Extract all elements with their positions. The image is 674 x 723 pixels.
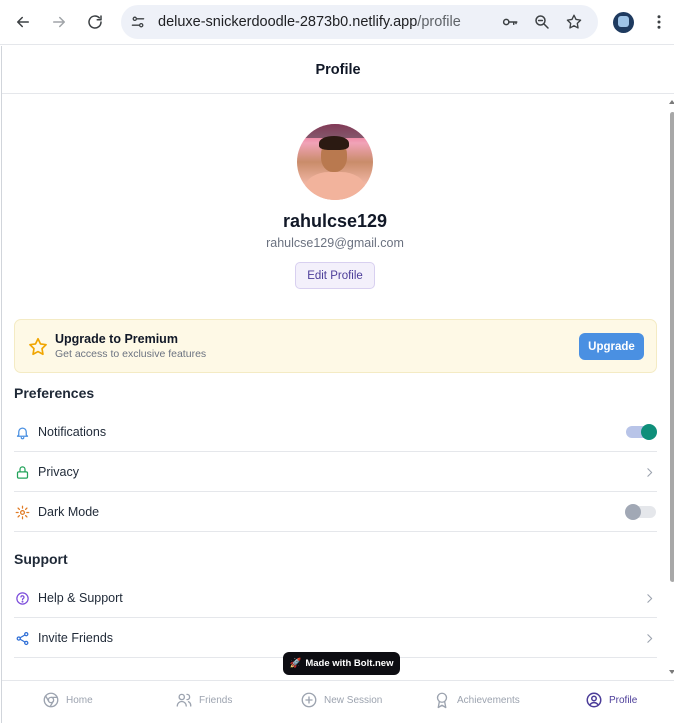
url-path: /profile bbox=[417, 14, 461, 30]
scrollbar-thumb[interactable] bbox=[670, 112, 674, 582]
page-title: Profile bbox=[315, 61, 361, 78]
more-menu-icon[interactable] bbox=[648, 11, 670, 33]
profile-avatar[interactable] bbox=[613, 12, 634, 33]
chrome-home-icon bbox=[43, 692, 59, 708]
bolt-badge[interactable]: 🚀 Made with Bolt.new bbox=[283, 652, 400, 675]
lock-icon bbox=[14, 464, 30, 480]
tab-achievements[interactable]: Achievements bbox=[433, 691, 520, 709]
tab-label: Profile bbox=[609, 694, 638, 706]
tab-new-session[interactable]: New Session bbox=[300, 691, 382, 709]
password-key-icon[interactable] bbox=[500, 12, 520, 32]
preferences-heading: Preferences bbox=[14, 385, 95, 401]
dark-mode-toggle[interactable] bbox=[625, 504, 656, 520]
rocket-icon: 🚀 bbox=[289, 658, 302, 669]
tab-profile[interactable]: Profile bbox=[585, 691, 637, 709]
users-icon bbox=[176, 693, 192, 707]
support-label: Invite Friends bbox=[38, 631, 114, 645]
setting-label: Notifications bbox=[38, 425, 107, 439]
url-host: deluxe-snickerdoodle-2873b0.netlify.app bbox=[158, 14, 418, 30]
notifications-toggle[interactable] bbox=[626, 424, 657, 440]
setting-label: Dark Mode bbox=[38, 505, 100, 519]
site-info-icon[interactable] bbox=[128, 12, 148, 32]
address-bar[interactable]: deluxe-snickerdoodle-2873b0.netlify.app/… bbox=[121, 5, 598, 39]
scroll-up-arrow[interactable] bbox=[669, 100, 674, 104]
reload-icon[interactable] bbox=[82, 9, 108, 35]
edit-profile-button[interactable]: Edit Profile bbox=[295, 262, 375, 289]
gear-icon bbox=[14, 504, 30, 520]
premium-title: Upgrade to Premium bbox=[55, 332, 178, 346]
setting-label: Privacy bbox=[38, 465, 79, 479]
plus-circle-icon bbox=[301, 692, 317, 708]
tab-home[interactable]: Home bbox=[42, 691, 93, 709]
setting-row-notifications[interactable]: Notifications bbox=[14, 412, 657, 452]
bookmark-star-icon[interactable] bbox=[564, 12, 584, 32]
back-arrow-icon[interactable] bbox=[10, 9, 36, 35]
premium-subtitle: Get access to exclusive features bbox=[55, 348, 207, 360]
tab-friends[interactable]: Friends bbox=[175, 691, 232, 709]
tab-label: Achievements bbox=[457, 694, 520, 706]
help-circle-icon bbox=[14, 590, 30, 606]
url-text[interactable]: deluxe-snickerdoodle-2873b0.netlify.app/… bbox=[158, 14, 461, 30]
chevron-right-icon bbox=[642, 630, 656, 646]
upgrade-button[interactable]: Upgrade bbox=[579, 333, 644, 360]
bolt-badge-label: Made with Bolt.new bbox=[305, 658, 394, 669]
username: rahulcse129 bbox=[282, 211, 388, 231]
user-email: rahulcse129@gmail.com bbox=[266, 236, 404, 250]
profile-photo bbox=[297, 124, 373, 200]
chevron-right-icon bbox=[642, 464, 656, 480]
tab-label: Home bbox=[66, 694, 93, 706]
tab-label: Friends bbox=[199, 694, 233, 706]
forward-arrow-icon[interactable] bbox=[46, 9, 72, 35]
setting-row-privacy[interactable]: Privacy bbox=[14, 452, 657, 492]
support-label: Help & Support bbox=[38, 591, 123, 605]
user-circle-icon bbox=[586, 692, 602, 708]
premium-card: Upgrade to Premium Get access to exclusi… bbox=[14, 319, 657, 373]
tab-label: New Session bbox=[324, 694, 383, 706]
bottom-nav: Home Friends New Session Achievements Pr… bbox=[2, 680, 674, 723]
support-row-help[interactable]: Help & Support bbox=[14, 578, 657, 618]
support-heading: Support bbox=[14, 551, 68, 567]
chevron-right-icon bbox=[642, 590, 656, 606]
share-icon bbox=[14, 630, 30, 646]
bell-icon bbox=[14, 424, 30, 440]
page-header: Profile bbox=[2, 46, 674, 94]
scroll-down-arrow[interactable] bbox=[669, 670, 674, 674]
browser-toolbar: deluxe-snickerdoodle-2873b0.netlify.app/… bbox=[0, 0, 674, 45]
app-frame: Profile rahulcse129 rahulcse129@gmail.co… bbox=[1, 46, 674, 723]
zoom-icon[interactable] bbox=[532, 12, 552, 32]
award-icon bbox=[436, 692, 448, 709]
star-icon bbox=[27, 336, 49, 358]
setting-row-dark-mode[interactable]: Dark Mode bbox=[14, 492, 657, 532]
